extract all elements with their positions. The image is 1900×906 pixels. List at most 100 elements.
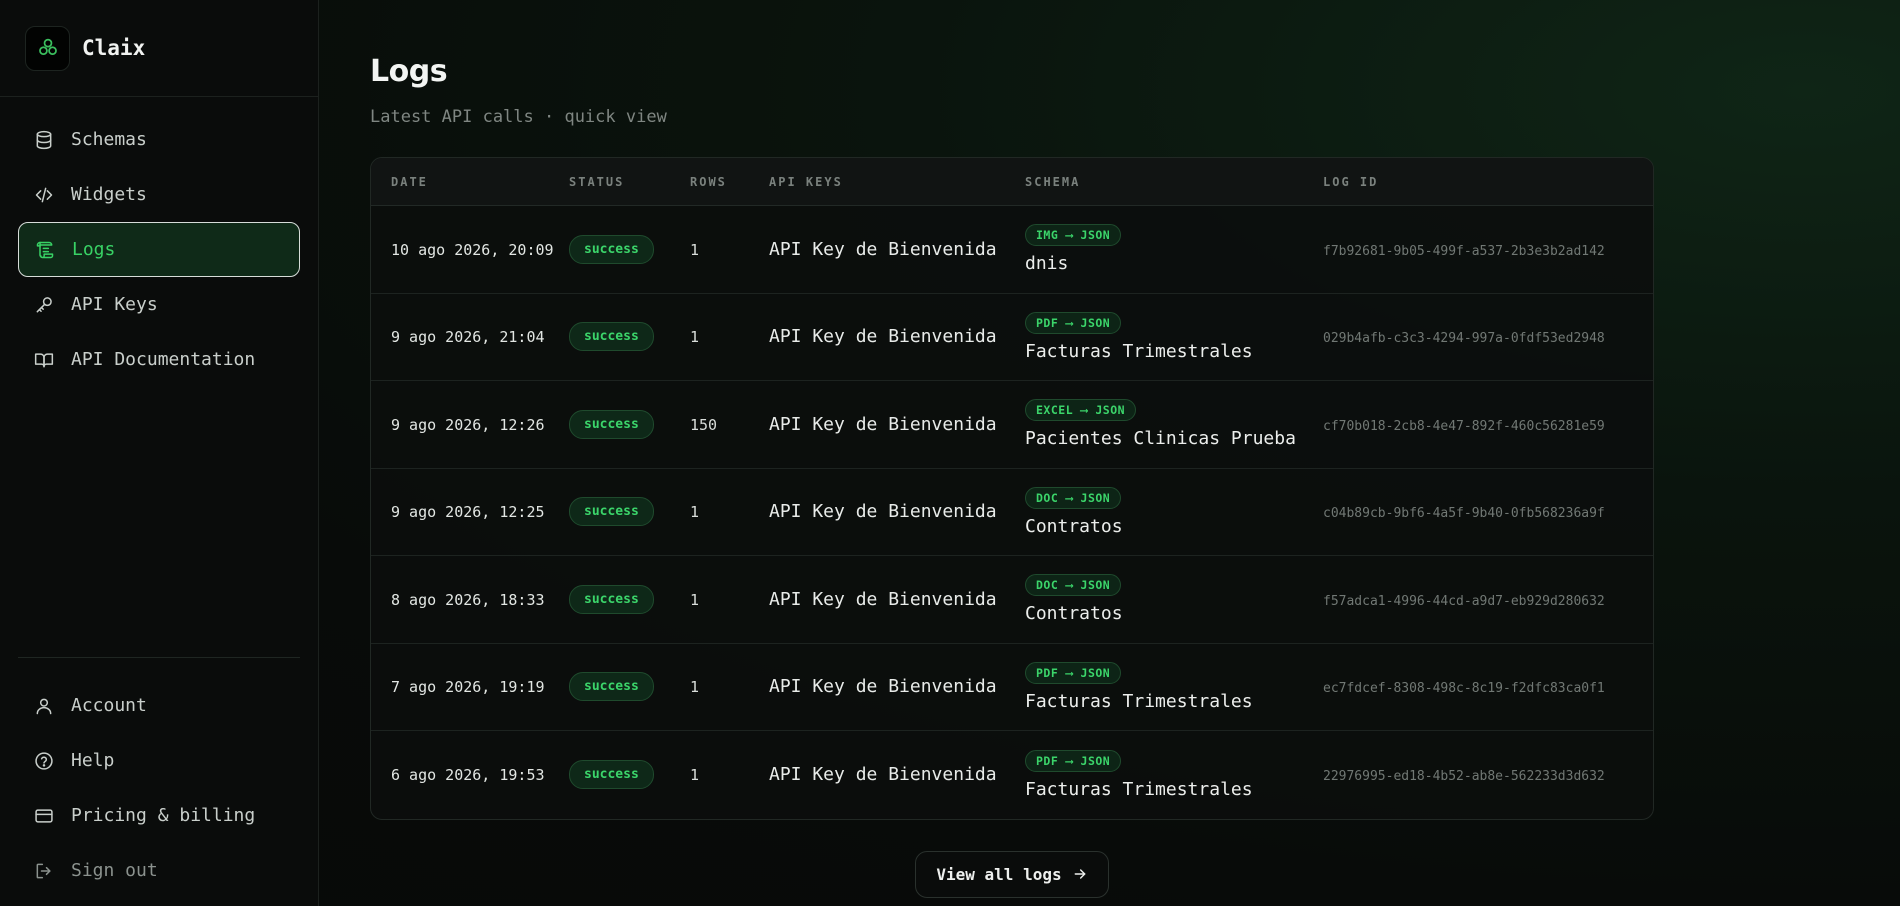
sidebar-item-help[interactable]: Help — [18, 733, 300, 788]
status-badge: success — [569, 234, 654, 264]
logs-table: DATE STATUS ROWS API KEYS SCHEMA LOG ID … — [370, 157, 1654, 820]
table-body: 10 ago 2026, 20:09 success 1 API Key de Bie… — [371, 206, 1653, 819]
sign-out-icon — [36, 863, 51, 878]
sidebar-item-label: API Keys — [71, 294, 158, 315]
status-badge: success — [569, 497, 654, 527]
log-id: c04b89cb-9bf6-4a5f-9b40-0fb568236a9f — [1323, 506, 1605, 522]
sidebar-item-label: Help — [71, 750, 115, 771]
schema-name: Facturas Trimestrales — [1025, 340, 1253, 362]
schema-type-badge: PDF ⟶ JSON — [1025, 661, 1122, 684]
brand[interactable]: Claix — [0, 0, 318, 97]
page-title: Logs — [370, 54, 448, 89]
schema-type-badge: EXCEL ⟶ JSON — [1025, 399, 1137, 422]
log-id: f57adca1-4996-44cd-a9d7-eb929d280632 — [1323, 593, 1605, 609]
main-content: Logs Latest API calls · quick view DATE … — [370, 0, 1654, 898]
main-nav: Schemas Widgets Logs API Keys API Docume… — [0, 97, 318, 387]
log-date: 7 ago 2026, 19:19 — [391, 678, 545, 697]
schema-name: Facturas Trimestrales — [1025, 690, 1253, 712]
log-id: f7b92681-9b05-499f-a537-2b3e3b2ad142 — [1323, 243, 1605, 259]
code-icon — [35, 187, 53, 202]
sidebar-item-label: Sign out — [71, 860, 158, 881]
sidebar-item-widgets[interactable]: Widgets — [18, 167, 300, 222]
api-key-name: API Key de Bienvenida — [769, 238, 997, 260]
status-badge: success — [569, 322, 654, 352]
log-id: cf70b018-2cb8-4e47-892f-460c56281e59 — [1323, 418, 1605, 434]
status-badge: success — [569, 409, 654, 439]
credit-card-icon — [35, 808, 53, 823]
sidebar-item-logs[interactable]: Logs — [18, 222, 300, 277]
view-all-logs-button[interactable]: View all logs — [915, 850, 1109, 898]
sidebar-item-pricing-billing[interactable]: Pricing & billing — [18, 788, 300, 843]
rows-count: 1 — [690, 766, 700, 785]
table-row[interactable]: 9 ago 2026, 21:04 success 1 API Key de Bien… — [371, 294, 1653, 381]
table-row[interactable]: 7 ago 2026, 19:19 success 1 API Key de Bien… — [371, 644, 1653, 731]
log-date: 9 ago 2026, 21:04 — [391, 328, 545, 347]
log-date: 8 ago 2026, 18:33 — [391, 590, 545, 609]
key-icon — [36, 296, 52, 312]
schema-type-badge: PDF ⟶ JSON — [1025, 749, 1122, 772]
rows-count: 1 — [690, 503, 700, 522]
sidebar-item-api-documentation[interactable]: API Documentation — [18, 332, 300, 387]
table-row[interactable]: 8 ago 2026, 18:33 success 1 API Key de Bien… — [371, 556, 1653, 644]
log-date: 10 ago 2026, 20:09 — [391, 240, 554, 259]
column-header-rows: ROWS — [690, 174, 727, 189]
log-id: ec7fdcef-8308-498c-8c19-f2dfc83ca0f1 — [1323, 681, 1605, 697]
view-all-wrap: View all logs — [370, 850, 1654, 898]
sidebar: Claix Schemas Widgets Logs API Keys API … — [0, 0, 319, 906]
scroll-icon — [36, 241, 54, 258]
api-key-name: API Key de Bienvenida — [769, 413, 997, 435]
log-date: 6 ago 2026, 19:53 — [391, 766, 545, 785]
sidebar-item-label: Account — [71, 695, 147, 716]
sidebar-item-api-keys[interactable]: API Keys — [18, 277, 300, 332]
status-badge: success — [569, 584, 654, 614]
table-row[interactable]: 10 ago 2026, 20:09 success 1 API Key de Bie… — [371, 206, 1653, 294]
schema-name: dnis — [1025, 253, 1069, 275]
schema-name: Facturas Trimestrales — [1025, 778, 1253, 800]
sidebar-item-label: Logs — [72, 239, 116, 260]
api-key-name: API Key de Bienvenida — [769, 676, 997, 698]
column-header-schema: SCHEMA — [1025, 174, 1081, 189]
help-icon — [35, 751, 53, 770]
table-row[interactable]: 9 ago 2026, 12:25 success 1 API Key de Bien… — [371, 469, 1653, 556]
schema-type-badge: DOC ⟶ JSON — [1025, 486, 1122, 509]
rows-count: 1 — [690, 590, 700, 609]
column-header-api-keys: API KEYS — [769, 174, 843, 189]
table-header: DATE STATUS ROWS API KEYS SCHEMA LOG ID — [371, 158, 1653, 206]
sidebar-item-account[interactable]: Account — [18, 678, 300, 733]
status-badge: success — [569, 672, 654, 702]
schema-name: Contratos — [1025, 603, 1123, 625]
column-header-status: STATUS — [569, 174, 625, 189]
bottom-nav: Account Help Pricing & billing Sign out — [18, 657, 300, 898]
user-icon — [36, 698, 52, 714]
status-badge: success — [569, 760, 654, 790]
schema-type-badge: DOC ⟶ JSON — [1025, 574, 1122, 597]
rows-count: 1 — [690, 240, 700, 259]
database-icon — [36, 130, 52, 149]
api-key-name: API Key de Bienvenida — [769, 326, 997, 348]
sidebar-item-label: Schemas — [71, 129, 147, 150]
sidebar-item-schemas[interactable]: Schemas — [18, 112, 300, 167]
sidebar-item-label: Widgets — [71, 184, 147, 205]
schema-type-badge: IMG ⟶ JSON — [1025, 224, 1122, 247]
page-subtitle: Latest API calls · quick view — [370, 107, 667, 127]
arrow-right-icon — [1074, 869, 1086, 879]
log-id: 22976995-ed18-4b52-ab8e-562233d3d632 — [1323, 769, 1605, 785]
rows-count: 1 — [690, 678, 700, 697]
table-row[interactable]: 9 ago 2026, 12:26 success 150 API Key de Bi… — [371, 381, 1653, 469]
column-header-log-id: LOG ID — [1323, 174, 1379, 189]
logo-icon — [38, 38, 57, 56]
log-date: 9 ago 2026, 12:26 — [391, 415, 545, 434]
book-icon — [34, 352, 54, 367]
schema-name: Pacientes Clinicas Prueba — [1025, 428, 1296, 450]
table-row[interactable]: 6 ago 2026, 19:53 success 1 API Key de Bien… — [371, 731, 1653, 819]
sidebar-item-label: API Documentation — [71, 349, 256, 370]
schema-type-badge: PDF ⟶ JSON — [1025, 311, 1122, 334]
rows-count: 1 — [690, 328, 700, 347]
sidebar-item-label: Pricing & billing — [71, 805, 256, 826]
log-date: 9 ago 2026, 12:25 — [391, 503, 545, 522]
view-all-label: View all logs — [936, 864, 1062, 884]
sidebar-item-sign-out[interactable]: Sign out — [18, 843, 300, 898]
api-key-name: API Key de Bienvenida — [769, 501, 997, 523]
column-header-date: DATE — [391, 174, 428, 189]
brand-logo — [25, 25, 70, 71]
